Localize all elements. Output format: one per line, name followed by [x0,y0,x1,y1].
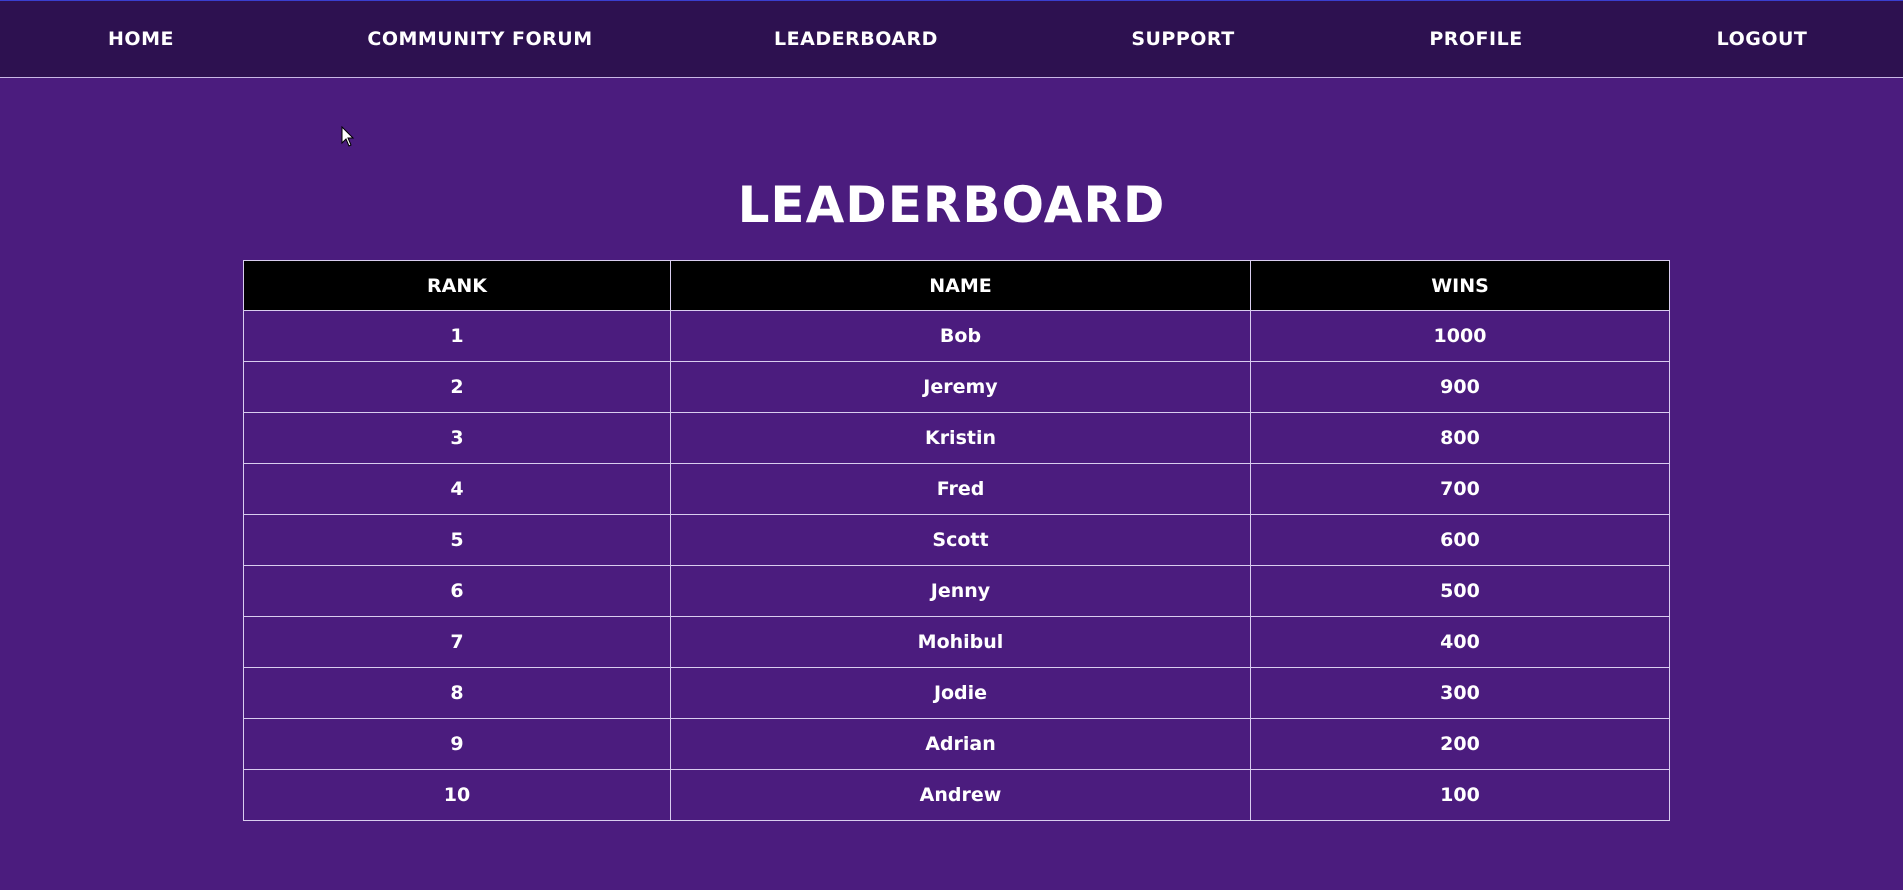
page-title: LEADERBOARD [737,176,1166,234]
name-column-header: NAME [670,260,1251,311]
wins-cell: 200 [1250,718,1670,770]
table-row: 7 Mohibul 400 [243,616,1670,668]
wins-cell: 600 [1250,514,1670,566]
name-cell: Andrew [670,769,1251,821]
wins-cell: 100 [1250,769,1670,821]
name-cell: Jeremy [670,361,1251,413]
name-cell: Adrian [670,718,1251,770]
table-row: 5 Scott 600 [243,514,1670,566]
rank-cell: 7 [243,616,671,668]
rank-cell: 4 [243,463,671,515]
rank-cell: 3 [243,412,671,464]
top-navbar: HOME COMMUNITY FORUM LEADERBOARD SUPPORT… [0,0,1903,78]
leaderboard-table: RANK NAME WINS 1 Bob 1000 2 Jeremy 900 3… [243,260,1670,821]
rank-column-header: RANK [243,260,671,311]
wins-cell: 1000 [1250,310,1670,362]
wins-cell: 300 [1250,667,1670,719]
table-row: 6 Jenny 500 [243,565,1670,617]
name-cell: Scott [670,514,1251,566]
nav-community-forum-link[interactable]: COMMUNITY FORUM [367,1,592,79]
wins-cell: 900 [1250,361,1670,413]
table-row: 1 Bob 1000 [243,310,1670,362]
wins-column-header: WINS [1250,260,1670,311]
rank-cell: 10 [243,769,671,821]
table-row: 10 Andrew 100 [243,769,1670,821]
table-row: 3 Kristin 800 [243,412,1670,464]
wins-cell: 800 [1250,412,1670,464]
table-row: 8 Jodie 300 [243,667,1670,719]
name-cell: Kristin [670,412,1251,464]
nav-leaderboard-link[interactable]: LEADERBOARD [774,1,938,79]
rank-cell: 6 [243,565,671,617]
wins-cell: 700 [1250,463,1670,515]
table-row: 2 Jeremy 900 [243,361,1670,413]
wins-cell: 500 [1250,565,1670,617]
table-row: 4 Fred 700 [243,463,1670,515]
mouse-cursor-icon [341,126,355,147]
table-row: 9 Adrian 200 [243,718,1670,770]
rank-cell: 5 [243,514,671,566]
nav-logout-link[interactable]: LOGOUT [1717,1,1808,79]
name-cell: Jenny [670,565,1251,617]
nav-support-link[interactable]: SUPPORT [1131,1,1234,79]
rank-cell: 1 [243,310,671,362]
rank-cell: 2 [243,361,671,413]
table-header-row: RANK NAME WINS [243,260,1670,311]
name-cell: Bob [670,310,1251,362]
name-cell: Fred [670,463,1251,515]
rank-cell: 9 [243,718,671,770]
name-cell: Mohibul [670,616,1251,668]
nav-home-link[interactable]: HOME [108,1,174,79]
name-cell: Jodie [670,667,1251,719]
wins-cell: 400 [1250,616,1670,668]
nav-profile-link[interactable]: PROFILE [1429,1,1522,79]
rank-cell: 8 [243,667,671,719]
